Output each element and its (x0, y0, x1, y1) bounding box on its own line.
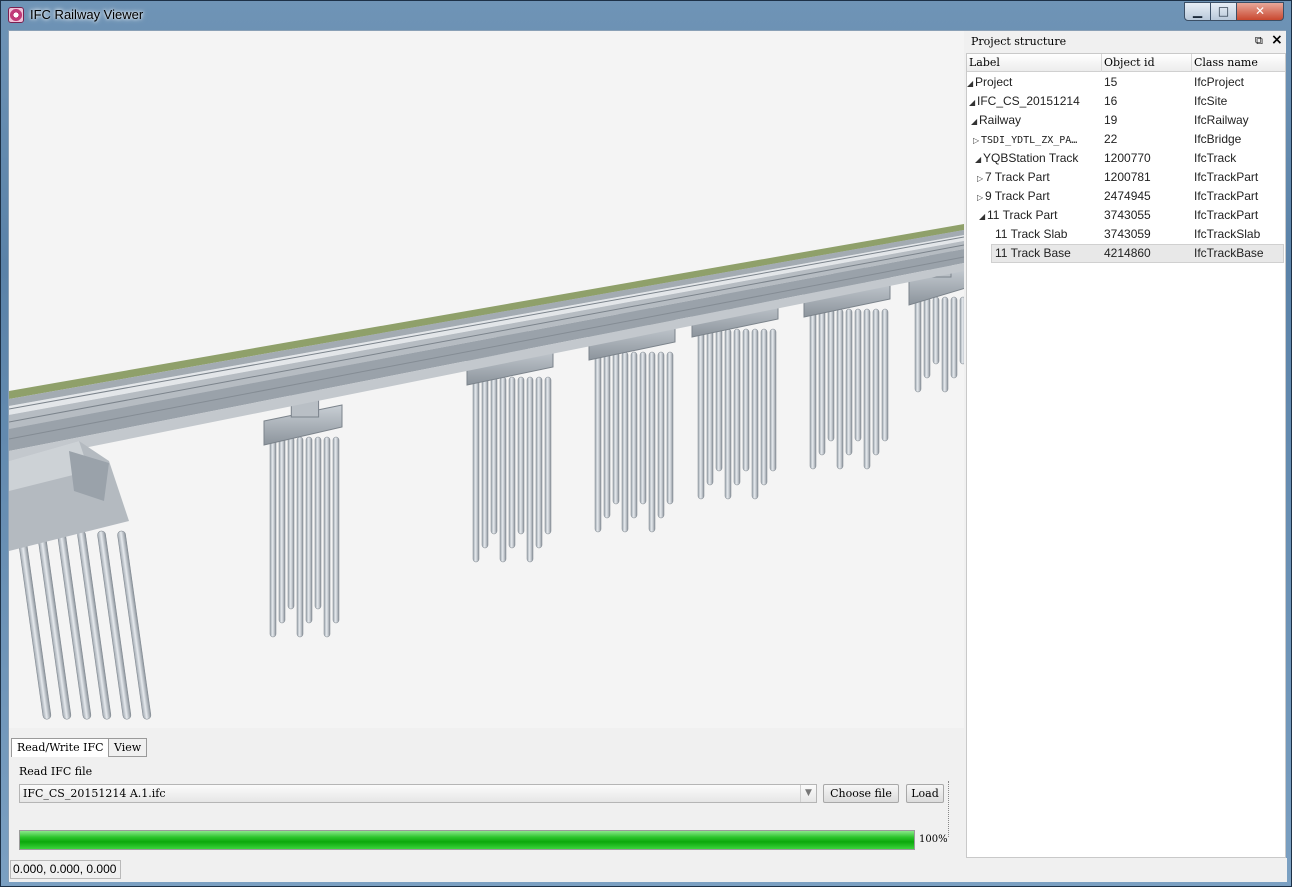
tree-cell-class-name: IfcTrackPart (1194, 208, 1259, 222)
close-button[interactable]: ✕ (1236, 2, 1284, 21)
expand-arrow-icon[interactable]: ◢ (969, 93, 977, 112)
tree-cell-class-name: IfcTrackSlab (1194, 227, 1261, 241)
column-header-label[interactable]: Label (967, 54, 1102, 72)
tree-cell-class-name: IfcTrackBase (1194, 246, 1264, 260)
tree-cell-object-id: 2474945 (1104, 189, 1151, 203)
tree-cell-label: ▷ 9 Track Part (967, 187, 1101, 207)
structure-tree[interactable]: Label Object id Class name ◢ Project 15 Ifc… (966, 53, 1286, 858)
tree-row[interactable]: 11 Track Slab 3743059 IfcTrackSlab (967, 225, 1285, 244)
tree-cell-object-id: 3743055 (1104, 208, 1151, 222)
expand-arrow-icon[interactable]: ◢ (967, 74, 975, 93)
tree-label-text: Project (975, 75, 1013, 89)
tree-cell-label: ▷ 7 Track Part (967, 168, 1101, 188)
tree-label-text: 7 Track Part (985, 170, 1050, 184)
expand-arrow-icon[interactable]: ◢ (971, 112, 979, 131)
tree-label-text: 11 Track Base (995, 246, 1071, 260)
tree-row[interactable]: ◢ IFC_CS_20151214 16 IfcSite (967, 92, 1285, 111)
expand-arrow-icon[interactable]: ◢ (975, 150, 983, 169)
expand-arrow-icon[interactable]: ▷ (977, 188, 985, 207)
tree-row[interactable]: ▷ TSDI_YDTL_ZX_PA… 22 IfcBridge (967, 130, 1285, 149)
tree-cell-class-name: IfcTrackPart (1194, 189, 1259, 203)
tree-label-text: YQBStation Track (983, 151, 1079, 165)
bridge-model (9, 224, 964, 720)
file-path-combo[interactable]: IFC_CS_20151214 A.1.ifc ▼ (19, 784, 817, 803)
tree-cell-class-name: IfcBridge (1194, 132, 1242, 146)
column-header-object-id[interactable]: Object id (1102, 54, 1192, 72)
window-title: IFC Railway Viewer (30, 7, 144, 22)
tree-cell-label: 11 Track Slab (967, 225, 1101, 244)
progress-bar (19, 830, 915, 850)
file-path-value: IFC_CS_20151214 A.1.ifc (23, 787, 166, 800)
tree-label-text: Railway (979, 113, 1022, 127)
read-write-panel: Read IFC file IFC_CS_20151214 A.1.ifc ▼ … (11, 757, 954, 859)
tree-label-text: 11 Track Part (987, 208, 1058, 222)
expand-arrow-icon[interactable]: ▷ (977, 169, 985, 188)
chevron-down-icon[interactable]: ▼ (800, 785, 816, 802)
tree-row[interactable]: ◢ Project 15 IfcProject (967, 73, 1285, 92)
status-bar: 0.000, 0.000, 0.000 (9, 858, 1287, 882)
tree-cell-label: ◢ Project (967, 73, 1101, 93)
title-bar[interactable]: IFC Railway Viewer ▁ □ ✕ (1, 1, 1291, 30)
tree-cell-object-id: 15 (1104, 75, 1118, 89)
maximize-button[interactable]: □ (1210, 2, 1237, 21)
tree-cell-class-name: IfcTrack (1194, 151, 1237, 165)
tree-row[interactable]: ◢ 11 Track Part 3743055 IfcTrackPart (967, 206, 1285, 225)
tree-cell-label: ◢ 11 Track Part (967, 206, 1101, 226)
tree-cell-object-id: 19 (1104, 113, 1118, 127)
tree-row[interactable]: ▷ 9 Track Part 2474945 IfcTrackPart (967, 187, 1285, 206)
restore-icon[interactable]: ⧉ (1255, 34, 1263, 48)
tree-cell-label: ◢ YQBStation Track (967, 149, 1101, 169)
column-header-class-name[interactable]: Class name (1192, 54, 1285, 72)
minimize-button[interactable]: ▁ (1184, 2, 1211, 21)
tree-label-text: TSDI_YDTL_ZX_PA… (981, 135, 1078, 146)
tree-cell-label: 11 Track Base (967, 244, 1101, 263)
tree-row[interactable]: ▷ 7 Track Part 1200781 IfcTrackPart (967, 168, 1285, 187)
tab-read-write-ifc[interactable]: Read/Write IFC (11, 738, 110, 758)
tab-view[interactable]: View (108, 738, 148, 757)
tree-cell-object-id: 16 (1104, 94, 1118, 108)
progress-fill (20, 831, 914, 849)
tree-cell-object-id: 1200781 (1104, 170, 1151, 184)
tree-cell-class-name: IfcTrackPart (1194, 170, 1259, 184)
coordinate-readout: 0.000, 0.000, 0.000 (10, 860, 121, 879)
app-icon (8, 7, 24, 23)
progress-percent: 100% (919, 834, 948, 845)
tree-row[interactable]: ◢ Railway 19 IfcRailway (967, 111, 1285, 130)
client-area: Read/Write IFC View Read IFC file IFC_CS… (8, 30, 1287, 882)
expand-arrow-icon[interactable]: ▷ (973, 131, 981, 150)
tree-cell-object-id: 22 (1104, 132, 1118, 146)
tree-cell-object-id: 3743059 (1104, 227, 1151, 241)
choose-file-button[interactable]: Choose file (823, 784, 899, 803)
load-button[interactable]: Load (906, 784, 944, 803)
dock-title: Project structure (971, 35, 1067, 48)
tree-cell-label: ◢ IFC_CS_20151214 (967, 92, 1101, 112)
tree-cell-label: ◢ Railway (967, 111, 1101, 131)
panel-grip[interactable] (948, 781, 951, 837)
tree-label-text: IFC_CS_20151214 (977, 94, 1080, 108)
tree-label-text: 9 Track Part (985, 189, 1050, 203)
tree-row[interactable]: ◢ YQBStation Track 1200770 IfcTrack (967, 149, 1285, 168)
tree-header: Label Object id Class name (967, 54, 1285, 72)
close-icon[interactable]: × (1271, 32, 1283, 48)
read-ifc-label: Read IFC file (19, 765, 93, 778)
expand-arrow-icon[interactable]: ◢ (979, 207, 987, 226)
tree-cell-class-name: IfcRailway (1194, 113, 1249, 127)
tree-cell-object-id: 4214860 (1104, 246, 1151, 260)
project-structure-dock: Project structure ⧉ × Label Object id Cl… (966, 31, 1286, 858)
tree-label-text: 11 Track Slab (995, 227, 1068, 241)
app-window: IFC Railway Viewer ▁ □ ✕ Read/Write IFC … (0, 0, 1292, 887)
tree-cell-class-name: IfcProject (1194, 75, 1245, 89)
3d-viewport[interactable] (9, 31, 964, 728)
tree-cell-label: ▷ TSDI_YDTL_ZX_PA… (967, 130, 1101, 150)
tree-row[interactable]: 11 Track Base 4214860 IfcTrackBase (967, 244, 1285, 263)
tree-cell-class-name: IfcSite (1194, 94, 1228, 108)
tree-cell-object-id: 1200770 (1104, 151, 1151, 165)
